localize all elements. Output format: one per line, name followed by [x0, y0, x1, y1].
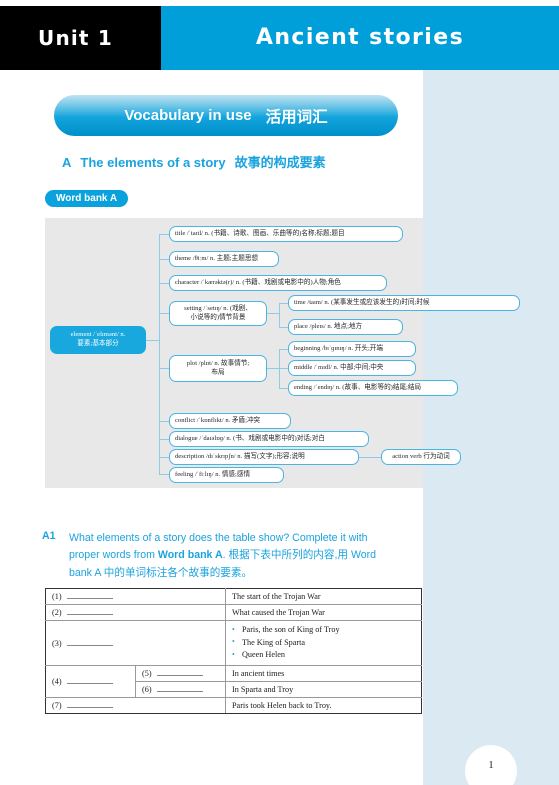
row-number: (1) [52, 592, 62, 601]
node-place: place /pleɪs/ n. 地点;地方 [288, 319, 403, 335]
subsection-heading: A The elements of a story 故事的构成要素 [62, 152, 326, 171]
connector-plot-middle [279, 368, 288, 369]
a1-wordbank-ref: Word bank A [157, 549, 223, 562]
node-description: description /dɪˈskrɪpʃn/ n. 描写(文字);形容;说明 [169, 449, 359, 465]
word-bank-diagram: element /ˈelɪmənt/ n. 要素;基本部分 title /ˈta… [45, 218, 520, 488]
table-cell-number[interactable]: (1) [45, 588, 226, 605]
connector-stub-dialogue [159, 439, 169, 440]
textbook-page: Unit 1 Ancient stories Vocabulary in use… [0, 0, 559, 785]
a1-line-2: proper words from Word bank A. 根据下表中所列的内… [69, 547, 432, 564]
section-banner-cn: 活用词汇 [265, 108, 328, 126]
answer-blank[interactable] [66, 639, 113, 646]
a1-instruction: What elements of a story does the table … [42, 530, 432, 582]
connector-stub-theme [159, 259, 169, 260]
a1-line2-pre: proper words from [69, 549, 158, 562]
list-item: Queen Helen [232, 649, 415, 662]
connector-plot-beginning [279, 349, 288, 350]
table-cell-number[interactable]: (3) [45, 619, 226, 667]
table-cell-content: In ancient times [225, 665, 422, 683]
connector-main-spine [159, 234, 160, 474]
node-beginning: beginning /bɪˈɡɪnɪŋ/ n. 开头;开端 [288, 341, 416, 357]
connector-setting-place [279, 327, 288, 328]
answer-blank[interactable] [66, 608, 113, 615]
table-row: (2) What caused the Trojan War [45, 604, 422, 621]
table-cell-content: Paris took Helen back to Troy. [225, 697, 422, 715]
table-row: (7) Paris took Helen back to Troy. [45, 697, 422, 715]
list-item: Paris, the son of King of Troy [232, 624, 415, 637]
list-item: The King of Sparta [232, 636, 415, 650]
root-word: element /ˈelɪmənt/ n. [70, 331, 126, 339]
answer-blank[interactable] [156, 669, 203, 677]
row-number: (3) [52, 638, 62, 648]
row-number: (4) [52, 677, 62, 687]
subsection-letter: A [62, 155, 72, 170]
node-dialogue: dialogue /ˈdaɪəlɒɡ/ n. (书、戏剧或电影中的)对话;对白 [169, 431, 369, 447]
right-sidebar-tint [423, 70, 559, 785]
row-number: (7) [52, 701, 62, 711]
connector-root-stub [146, 340, 160, 341]
node-plot: plot /plɒt/ n. 故事情节; 布局 [169, 355, 267, 382]
connector-description-action [359, 457, 381, 458]
page-title: Ancient stories [255, 25, 465, 50]
node-theme: theme /θiːm/ n. 主题;主题思想 [169, 251, 279, 267]
connector-stub-character [159, 283, 169, 284]
subsection-title-en: The elements of a story [80, 155, 226, 170]
node-feeling: feeling /ˈfiːlɪŋ/ n. 情感;感情 [169, 467, 284, 483]
connector-stub-plot [159, 368, 169, 369]
connector-setting-time [279, 303, 288, 304]
node-title: title /ˈtaɪtl/ n. (书籍、诗歌、图画、乐曲等的)名称;标题;题… [169, 226, 403, 242]
connector-stub-conflict [159, 421, 169, 422]
node-middle: middle /ˈmɪdl/ n. 中部;中间;中央 [288, 360, 416, 376]
subsection-title-cn: 故事的构成要素 [234, 155, 326, 170]
answer-blank[interactable] [156, 685, 203, 693]
table-row: (3) Paris, the son of King of Troy The K… [45, 619, 422, 667]
word-bank-tag: Word bank A [45, 190, 129, 207]
node-time: time /taɪm/ n. (某事发生或应该发生的)时间;时候 [288, 295, 520, 311]
table-cell-number[interactable]: (2) [45, 604, 226, 621]
bullet-list: Paris, the son of King of Troy The King … [232, 624, 415, 662]
node-plot-line2: 布局 [211, 368, 225, 376]
table-row: (1) The start of the Trojan War [45, 588, 422, 605]
node-setting-line1: setting /ˈsetɪŋ/ n. (戏剧、 [184, 304, 252, 312]
section-banner-en: Vocabulary in use [124, 107, 252, 124]
table-cell-content: In Sparta and Troy [225, 681, 422, 699]
table-row: (4) (5) In ancient times [45, 665, 422, 699]
unit-label: Unit 1 [38, 26, 113, 50]
node-plot-line1: plot /plɒt/ n. 故事情节; [186, 359, 250, 367]
node-action-verb: action verb 行为动词 [381, 449, 461, 465]
table-cell-number[interactable]: (4) [45, 665, 136, 699]
connector-stub-setting [159, 313, 169, 314]
row-subnumber: (5) [142, 669, 152, 679]
node-setting-line2: 小说等的)情节背景 [190, 313, 246, 321]
section-banner: Vocabulary in use 活用词汇 [54, 95, 398, 136]
table-cell-content: Paris, the son of King of Troy The King … [225, 619, 422, 667]
node-character: character /ˈkærəktə(r)/ n. (书籍、戏剧或电影中的)人… [169, 275, 387, 291]
connector-setting-spine [279, 303, 280, 327]
diagram-root-node: element /ˈelɪmənt/ n. 要素;基本部分 [50, 326, 146, 354]
node-conflict: conflict /ˈkɒnflɪkt/ n. 矛盾;冲突 [169, 413, 291, 429]
row-number: (2) [52, 608, 62, 617]
answer-blank[interactable] [66, 701, 113, 709]
table-cell-content: What caused the Trojan War [225, 604, 422, 621]
connector-stub-description [159, 457, 169, 458]
connector-stub-title [159, 234, 169, 235]
connector-stub-feeling [159, 474, 169, 475]
row-subnumber: (6) [142, 685, 152, 695]
table-cell-content: The start of the Trojan War [225, 588, 422, 605]
answer-blank[interactable] [66, 592, 113, 599]
page-number: 1 [488, 760, 494, 771]
connector-plot-ending [279, 388, 288, 389]
a1-line2-post: . 根据下表中所列的内容,用 Word [222, 549, 377, 562]
table-cell-number[interactable]: (7) [45, 697, 226, 715]
table-cell-subnumber[interactable]: (6) [135, 681, 226, 699]
a1-line-3: bank A 中的单词标注各个故事的要素。 [69, 566, 253, 579]
root-meaning: 要素;基本部分 [77, 340, 119, 347]
elements-table: (1) The start of the Trojan War (2) What… [45, 588, 422, 715]
answer-blank[interactable] [66, 677, 113, 685]
a1-line-1: What elements of a story does the table … [69, 532, 368, 544]
node-ending: ending /ˈendɪŋ/ n. (故事、电影等的)结尾;结局 [288, 380, 458, 396]
node-setting: setting /ˈsetɪŋ/ n. (戏剧、 小说等的)情节背景 [169, 301, 267, 326]
table-cell-subnumber[interactable]: (5) [135, 665, 226, 683]
